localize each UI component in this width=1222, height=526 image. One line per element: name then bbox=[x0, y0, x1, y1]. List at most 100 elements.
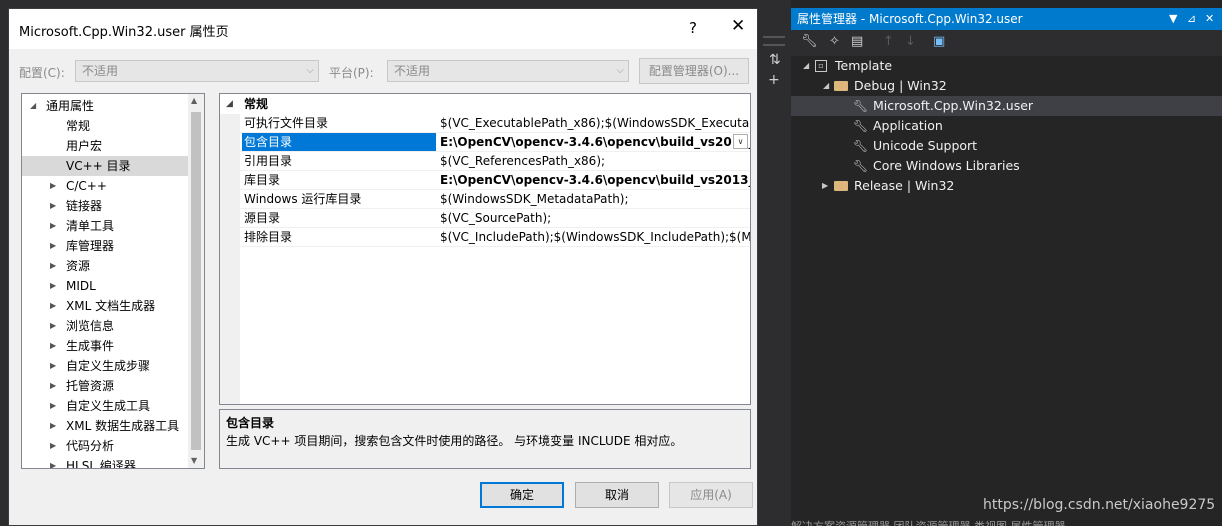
property-value[interactable]: $(WindowsSDK_MetadataPath); bbox=[440, 190, 750, 208]
wrench-icon[interactable]: 🔧︎ bbox=[801, 34, 818, 49]
tree-item-core-libs[interactable]: 🔧︎ Core Windows Libraries bbox=[791, 156, 1222, 176]
tree-item[interactable]: 用户宏 bbox=[22, 136, 188, 156]
platform-select[interactable]: 不适用 ⌵ bbox=[387, 60, 629, 82]
property-value[interactable]: $(VC_SourcePath); bbox=[440, 209, 750, 227]
tree-item-label: 资源 bbox=[66, 259, 91, 273]
grid-category-general[interactable]: ◢ 常规 bbox=[220, 94, 750, 114]
property-row[interactable]: 排除目录 $(VC_IncludePath);$(WindowsSDK_Inclu… bbox=[220, 228, 750, 247]
dropdown-icon[interactable]: ▼ bbox=[1169, 8, 1177, 30]
dialog-titlebar: Microsoft.Cpp.Win32.user 属性页 ? ✕ bbox=[9, 9, 757, 49]
tree-item-unicode[interactable]: 🔧︎ Unicode Support bbox=[791, 136, 1222, 156]
chevron-down-icon[interactable]: ∨ bbox=[733, 134, 748, 149]
add-property-sheet-icon[interactable]: ✧ bbox=[829, 34, 840, 49]
config-select[interactable]: 不适用 ⌵ bbox=[75, 60, 319, 82]
collapsed-triangle-icon: ▶ bbox=[50, 201, 57, 210]
tree-item-label: Microsoft.Cpp.Win32.user bbox=[873, 98, 1034, 113]
property-row[interactable]: 引用目录 $(VC_ReferencesPath_x86); bbox=[220, 152, 750, 171]
property-row[interactable]: 包含目录 E:\OpenCV\opencv-3.4.6\opencv\build_… bbox=[220, 133, 750, 152]
help-button[interactable]: ? bbox=[689, 19, 697, 37]
project-icon: ▫ bbox=[815, 60, 827, 72]
tree-item[interactable]: VC++ 目录 bbox=[22, 156, 188, 176]
tree-item-label: Debug | Win32 bbox=[854, 78, 947, 93]
tree-item-common-properties[interactable]: ◢ 通用属性 bbox=[22, 96, 188, 116]
property-name: 排除目录 bbox=[244, 230, 293, 244]
tree-item[interactable]: ▶ XML 文档生成器 bbox=[22, 296, 188, 316]
tree-item-release[interactable]: ▶ Release | Win32 bbox=[791, 176, 1222, 196]
pin-icon[interactable]: ⇅ bbox=[769, 52, 781, 68]
tree-item[interactable]: ▶ 代码分析 bbox=[22, 436, 188, 456]
cancel-button[interactable]: 取消 bbox=[575, 482, 659, 508]
tree-item[interactable]: ▶ HLSL 编译器 bbox=[22, 456, 188, 469]
property-row[interactable]: Windows 运行库目录 $(WindowsSDK_MetadataPath); bbox=[220, 190, 750, 209]
ok-button[interactable]: 确定 bbox=[480, 482, 564, 508]
tree-item[interactable]: ▶ 生成事件 bbox=[22, 336, 188, 356]
add-existing-icon[interactable]: ▤ bbox=[851, 34, 863, 49]
tree-item-label: 托管资源 bbox=[66, 379, 115, 393]
expanded-triangle-icon: ◢ bbox=[226, 99, 233, 109]
tree-item[interactable]: ▶ 链接器 bbox=[22, 196, 188, 216]
expanded-triangle-icon: ◢ bbox=[803, 61, 810, 70]
chevron-down-icon: ⌵ bbox=[616, 65, 624, 76]
scrollbar-thumb[interactable] bbox=[191, 112, 201, 450]
wrench-icon: 🔧︎ bbox=[853, 139, 869, 153]
editor-gutter-strip: ⇅ + bbox=[759, 0, 791, 526]
bottom-tab-strip[interactable]: 解决方案资源管理器 团队资源管理器 类视图 属性管理器 bbox=[791, 518, 1222, 526]
save-icon[interactable]: ▣ bbox=[933, 34, 945, 49]
close-icon[interactable]: ✕ bbox=[1205, 8, 1214, 30]
dialog-close-button[interactable]: ✕ bbox=[731, 16, 745, 36]
tree-item[interactable]: ▶ 浏览信息 bbox=[22, 316, 188, 336]
collapsed-triangle-icon: ▶ bbox=[50, 401, 57, 410]
expanded-triangle-icon: ◢ bbox=[823, 81, 830, 90]
panel-titlebar: 属性管理器 - Microsoft.Cpp.Win32.user ▼ ⊿ ✕ bbox=[791, 8, 1222, 30]
tree-item[interactable]: ▶ XML 数据生成器工具 bbox=[22, 416, 188, 436]
property-name: 引用目录 bbox=[244, 154, 293, 168]
tree-item-label: 库管理器 bbox=[66, 239, 115, 253]
split-icon[interactable]: + bbox=[768, 72, 780, 88]
tree-item[interactable]: ▶ MIDL bbox=[22, 276, 188, 296]
tree-item-label: 链接器 bbox=[66, 199, 103, 213]
tree-item[interactable]: ▶ 托管资源 bbox=[22, 376, 188, 396]
pin-icon[interactable]: ⊿ bbox=[1187, 8, 1196, 30]
tree-item[interactable]: ▶ C/C++ bbox=[22, 176, 188, 196]
tree-item[interactable]: ▶ 自定义生成工具 bbox=[22, 396, 188, 416]
tree-item[interactable]: ▶ 清单工具 bbox=[22, 216, 188, 236]
apply-button[interactable]: 应用(A) bbox=[669, 482, 753, 508]
property-row[interactable]: 可执行文件目录 $(VC_ExecutablePath_x86);$(Window… bbox=[220, 114, 750, 133]
tree-item[interactable]: ▶ 资源 bbox=[22, 256, 188, 276]
property-grid[interactable]: ◢ 常规 可执行文件目录 $(VC_ExecutablePath_x86);$(W… bbox=[219, 93, 751, 405]
scroll-up-icon[interactable]: ▲ bbox=[191, 96, 197, 105]
tree-item-label: Unicode Support bbox=[873, 138, 978, 153]
tree-item-label: XML 文档生成器 bbox=[66, 299, 156, 313]
property-value[interactable]: E:\OpenCV\opencv-3.4.6\opencv\build_vs20… bbox=[440, 171, 750, 189]
collapsed-triangle-icon: ▶ bbox=[50, 421, 57, 430]
property-value[interactable]: E:\OpenCV\opencv-3.4.6\opencv\build_vs20… bbox=[440, 133, 750, 151]
tree-item-label: 清单工具 bbox=[66, 219, 115, 233]
tree-item-label: 自定义生成工具 bbox=[66, 399, 151, 413]
tree-item-application[interactable]: 🔧︎ Application bbox=[791, 116, 1222, 136]
tree-item[interactable]: ▶ 库管理器 bbox=[22, 236, 188, 256]
property-name: 可执行文件目录 bbox=[244, 116, 329, 130]
property-category-tree[interactable]: ◢ 通用属性 常规 用户宏 VC++ 目录 ▶ C/C++ ▶ 链接器 ▶ 清单工具 ▶ 库管理器 ▶… bbox=[21, 93, 205, 469]
folder-icon bbox=[834, 181, 848, 191]
property-name: 库目录 bbox=[244, 173, 281, 187]
tree-item[interactable]: 常规 bbox=[22, 116, 188, 136]
property-row[interactable]: 源目录 $(VC_SourcePath); bbox=[220, 209, 750, 228]
arrow-down-icon[interactable]: ↓ bbox=[905, 34, 916, 49]
tree-item-debug[interactable]: ◢ Debug | Win32 bbox=[791, 76, 1222, 96]
config-value: 不适用 bbox=[82, 64, 119, 78]
tree-item-user-sheet[interactable]: 🔧︎ Microsoft.Cpp.Win32.user bbox=[791, 96, 1222, 116]
tree-item-label: Core Windows Libraries bbox=[873, 158, 1020, 173]
property-value[interactable]: $(VC_IncludePath);$(WindowsSDK_IncludePa… bbox=[440, 228, 750, 246]
scroll-down-icon[interactable]: ▼ bbox=[191, 456, 197, 465]
property-value[interactable]: $(VC_ReferencesPath_x86); bbox=[440, 152, 750, 170]
property-value[interactable]: $(VC_ExecutablePath_x86);$(WindowsSDK_Ex… bbox=[440, 114, 750, 132]
tree-item[interactable]: ▶ 自定义生成步骤 bbox=[22, 356, 188, 376]
tree-scrollbar[interactable]: ▲ ▼ bbox=[188, 94, 204, 468]
tree-item-label: HLSL 编译器 bbox=[66, 459, 136, 469]
arrow-up-icon[interactable]: ↑ bbox=[883, 34, 894, 49]
property-row[interactable]: 库目录 E:\OpenCV\opencv-3.4.6\opencv\build_v… bbox=[220, 171, 750, 190]
config-manager-button[interactable]: 配置管理器(O)... bbox=[639, 58, 749, 84]
tree-item-template[interactable]: ◢ ▫ Template bbox=[791, 56, 1222, 76]
tree-item-label: 浏览信息 bbox=[66, 319, 115, 333]
panel-title: 属性管理器 - Microsoft.Cpp.Win32.user bbox=[797, 12, 1023, 26]
